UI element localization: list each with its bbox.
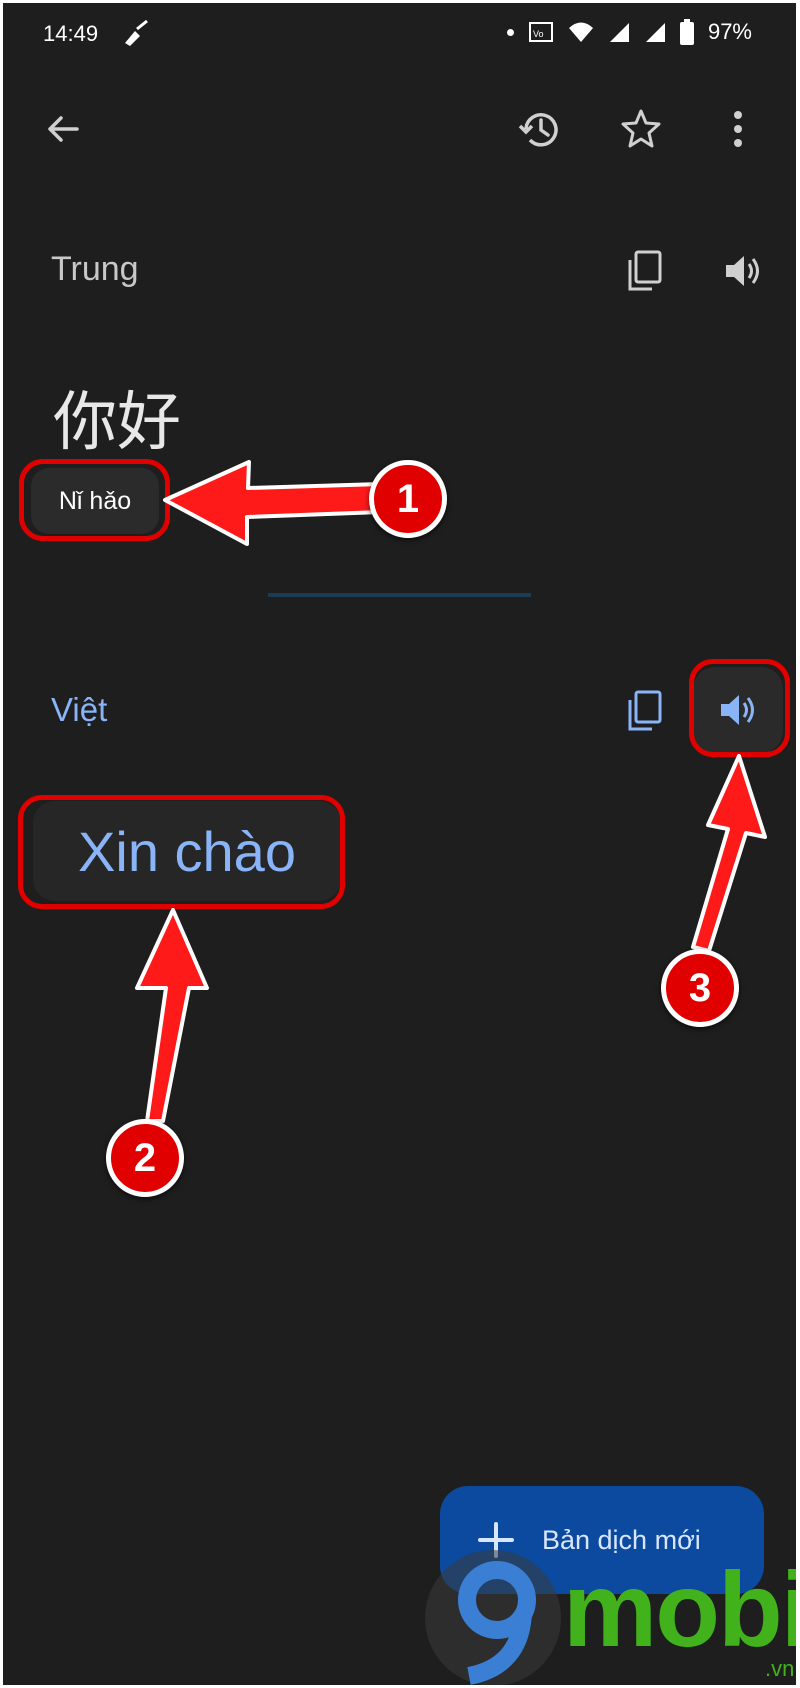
annotation-badge-1: 1: [369, 460, 447, 538]
annotation-arrows: [135, 460, 767, 1123]
watermark-logo: mobi .vn: [413, 1548, 796, 1685]
arrow-to-romanization: [163, 460, 383, 546]
arrow-to-target-text: [135, 908, 209, 1123]
watermark-suffix: .vn: [765, 1656, 795, 1681]
watermark-brand-text: mobi: [563, 1551, 796, 1669]
watermark-nine-icon: [425, 1550, 561, 1685]
arrow-to-speaker: [691, 754, 767, 953]
annotation-badge-3: 3: [661, 949, 739, 1027]
app-screen: 14:49 Vo 97% Trung 你好 Nǐ hǎo Việt Xin ch…: [3, 3, 796, 1685]
annotation-badge-2: 2: [106, 1119, 184, 1197]
